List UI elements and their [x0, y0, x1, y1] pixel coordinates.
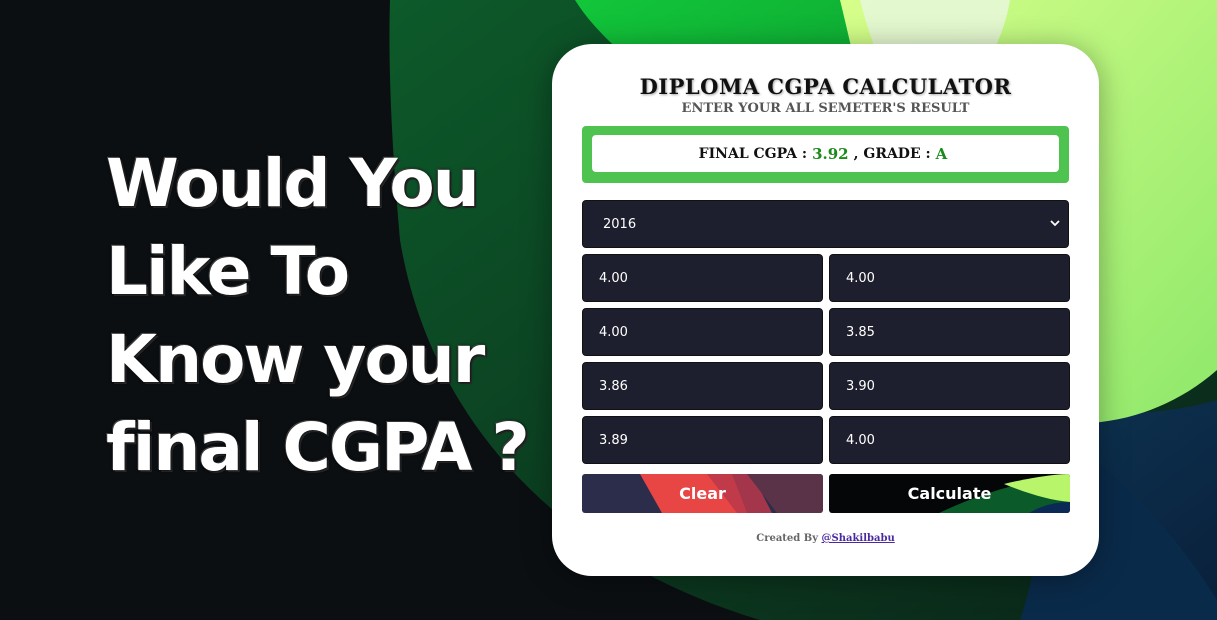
- semester-7-input[interactable]: 3.89: [582, 416, 823, 464]
- hero-headline: Would You Like To Know your final CGPA ?: [106, 140, 546, 492]
- author-link[interactable]: @Shakilbabu: [822, 533, 895, 544]
- semester-6-input[interactable]: 3.90: [829, 362, 1070, 410]
- semester-5-input[interactable]: 3.86: [582, 362, 823, 410]
- credit-prefix: Created By: [756, 533, 819, 544]
- grade-value: A: [935, 144, 948, 163]
- semester-4-value: 3.85: [846, 324, 875, 340]
- semester-7-value: 3.89: [599, 432, 628, 448]
- semester-2-value: 4.00: [846, 270, 875, 286]
- semester-3-input[interactable]: 4.00: [582, 308, 823, 356]
- hero-line-4: final CGPA ?: [106, 409, 530, 486]
- calculate-button[interactable]: Calculate: [829, 474, 1070, 513]
- calculator-card: DIPLOMA CGPA CALCULATOR ENTER YOUR ALL S…: [552, 44, 1099, 576]
- calculator-title: DIPLOMA CGPA CALCULATOR: [639, 74, 1012, 99]
- cgpa-label: FINAL CGPA :: [698, 145, 808, 162]
- hero-line-3: Know your: [106, 321, 485, 398]
- hero-line-2: Like To: [106, 233, 350, 310]
- semester-8-input[interactable]: 4.00: [829, 416, 1070, 464]
- semester-1-input[interactable]: 4.00: [582, 254, 823, 302]
- regulation-select[interactable]: 2016: [582, 200, 1069, 248]
- grade-label: , GRADE :: [853, 145, 931, 162]
- calculate-button-label: Calculate: [907, 484, 992, 503]
- semester-6-value: 3.90: [846, 378, 875, 394]
- semester-8-value: 4.00: [846, 432, 875, 448]
- cgpa-value: 3.92: [812, 144, 849, 163]
- semester-5-value: 3.86: [599, 378, 628, 394]
- result-display: FINAL CGPA : 3.92 , GRADE : A: [592, 135, 1059, 172]
- calculator-subtitle: ENTER YOUR ALL SEMETER'S RESULT: [681, 101, 970, 116]
- credit-line: Created By @Shakilbabu: [552, 533, 1099, 544]
- semester-1-value: 4.00: [599, 270, 628, 286]
- regulation-selected: 2016: [603, 216, 637, 232]
- chevron-down-icon: [1050, 220, 1060, 227]
- hero-line-1: Would You: [106, 145, 480, 222]
- clear-button[interactable]: Clear: [582, 474, 823, 513]
- semester-4-input[interactable]: 3.85: [829, 308, 1070, 356]
- clear-button-label: Clear: [679, 484, 726, 503]
- semester-3-value: 4.00: [599, 324, 628, 340]
- result-panel: FINAL CGPA : 3.92 , GRADE : A: [582, 126, 1069, 183]
- semester-2-input[interactable]: 4.00: [829, 254, 1070, 302]
